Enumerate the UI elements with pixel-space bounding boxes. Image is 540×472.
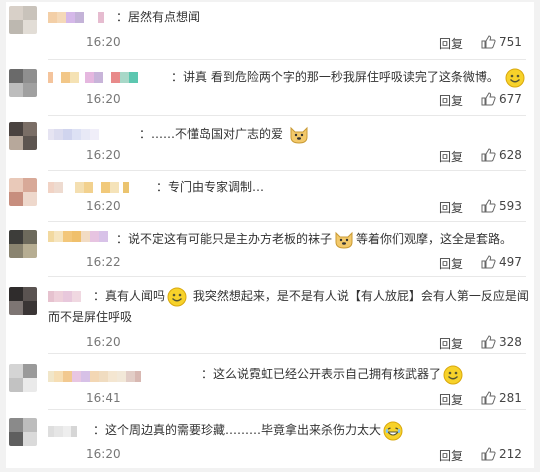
- avatar[interactable]: [9, 6, 37, 34]
- comment-text: ：这个周边真的需要珍藏………毕竟拿出来杀伤力太大: [93, 420, 405, 441]
- like-count: 328: [499, 335, 522, 349]
- timestamp: 16:20: [86, 447, 121, 461]
- username[interactable]: [48, 231, 108, 243]
- thumbs-up-icon: [481, 35, 496, 49]
- timestamp: 16:20: [86, 92, 121, 106]
- reply-button[interactable]: 回复: [439, 391, 463, 408]
- comment-item: ：……不懂岛国对广志的爱 16:20 回复 628: [6, 116, 534, 172]
- comment-text-line2: 而不是屏住呼吸: [48, 310, 133, 324]
- comment-item: ：居然有点想闻 16:20 回复 751: [6, 2, 534, 60]
- smile-emoji-icon: [505, 68, 525, 87]
- smile-emoji-icon: [443, 365, 463, 384]
- timestamp: 16:20: [86, 199, 121, 213]
- like-count: 212: [499, 447, 522, 461]
- timestamp: 16:20: [86, 35, 121, 49]
- like-count: 497: [499, 255, 522, 269]
- username[interactable]: [48, 182, 129, 194]
- avatar[interactable]: [9, 122, 37, 150]
- timestamp: 16:41: [86, 391, 121, 405]
- avatar[interactable]: [9, 364, 37, 392]
- thumbs-up-icon: [481, 92, 496, 106]
- thumbs-up-icon: [481, 255, 496, 269]
- comment-item: ：真有人闻吗 我突然想起来，是不是有人说【有人放屁】会有人第一反应是闻 而不是屏…: [6, 277, 534, 354]
- comment-text: ：专门由专家调制…: [156, 180, 265, 194]
- reply-button[interactable]: 回复: [439, 447, 463, 464]
- like-button[interactable]: 281: [480, 390, 522, 406]
- like-button[interactable]: 677: [480, 91, 522, 107]
- username[interactable]: [48, 426, 77, 438]
- reply-button[interactable]: 回复: [439, 92, 463, 109]
- thumbs-up-icon: [481, 199, 496, 213]
- reply-button[interactable]: 回复: [439, 255, 463, 272]
- comment-item: ：这个周边真的需要珍藏………毕竟拿出来杀伤力太大 16:20 回复 212: [6, 410, 534, 468]
- username[interactable]: [48, 371, 141, 383]
- like-count: 281: [499, 391, 522, 405]
- doge-emoji-icon: [290, 126, 308, 144]
- doge-emoji-icon: [335, 231, 353, 249]
- reply-button[interactable]: 回复: [439, 148, 463, 165]
- timestamp: 16:20: [86, 148, 121, 162]
- username[interactable]: [48, 12, 104, 24]
- like-button[interactable]: 593: [480, 198, 522, 214]
- reply-button[interactable]: 回复: [439, 199, 463, 216]
- comment-text: ：……不懂岛国对广志的爱: [139, 124, 311, 145]
- laughing-emoji-icon: [383, 421, 403, 440]
- comment-item: ：讲真 看到危险两个字的那一秒我屏住呼吸读完了这条微博。 16:20 回复 67…: [6, 60, 534, 117]
- like-button[interactable]: 497: [480, 254, 522, 270]
- comment-item: ：说不定这有可能只是主办方老板的袜子 等着你们观摩，这全是套路。 16:22 回复…: [6, 222, 534, 277]
- like-count: 677: [499, 92, 522, 106]
- avatar[interactable]: [9, 418, 37, 446]
- reply-button[interactable]: 回复: [439, 35, 463, 52]
- like-button[interactable]: 212: [480, 446, 522, 462]
- reply-button[interactable]: 回复: [439, 335, 463, 352]
- timestamp: 16:20: [86, 335, 121, 349]
- comment-text: ：讲真 看到危险两个字的那一秒我屏住呼吸读完了这条微博。: [171, 67, 527, 88]
- comment-text: ：这么说霓虹已经公开表示自己拥有核武器了: [201, 364, 465, 385]
- avatar[interactable]: [9, 287, 37, 315]
- avatar[interactable]: [9, 178, 37, 206]
- comment-item: ：这么说霓虹已经公开表示自己拥有核武器了 16:41 回复 281: [6, 354, 534, 410]
- username[interactable]: [48, 291, 81, 303]
- thumbs-up-icon: [481, 148, 496, 162]
- like-button[interactable]: 328: [480, 334, 522, 350]
- thumbs-up-icon: [481, 447, 496, 461]
- like-count: 593: [499, 199, 522, 213]
- comment-text: ：真有人闻吗 我突然想起来，是不是有人说【有人放屁】会有人第一反应是闻: [93, 286, 529, 307]
- username[interactable]: [48, 129, 99, 141]
- like-button[interactable]: 751: [480, 34, 522, 50]
- thumbs-up-icon: [481, 391, 496, 405]
- username[interactable]: [48, 72, 138, 84]
- comment-list: ：居然有点想闻 16:20 回复 751 ：讲真 看到危险两个字的那一秒我屏住呼…: [6, 2, 534, 468]
- like-count: 751: [499, 35, 522, 49]
- comment-item: ：专门由专家调制… 16:20 回复 593: [6, 171, 534, 222]
- avatar[interactable]: [9, 230, 37, 258]
- smile-emoji-icon: [167, 287, 187, 306]
- thumbs-up-icon: [481, 335, 496, 349]
- avatar[interactable]: [9, 69, 37, 97]
- like-button[interactable]: 628: [480, 147, 522, 163]
- timestamp: 16:22: [86, 255, 121, 269]
- comment-text: ：说不定这有可能只是主办方老板的袜子 等着你们观摩，这全是套路。: [116, 229, 512, 250]
- comment-text: ：居然有点想闻: [116, 10, 201, 24]
- like-count: 628: [499, 148, 522, 162]
